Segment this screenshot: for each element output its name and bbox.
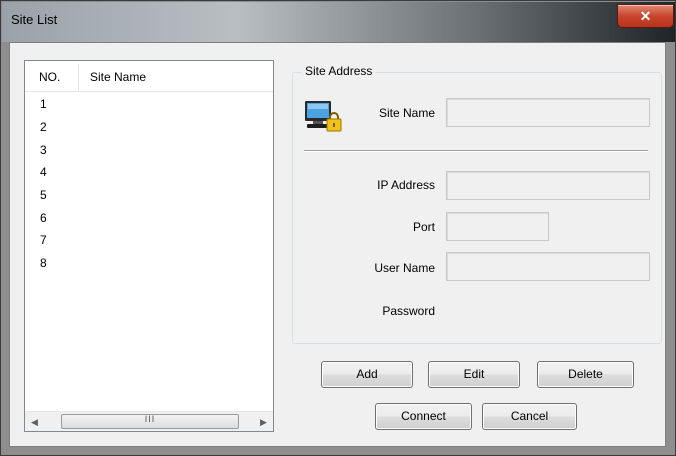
port-label: Port <box>412 220 435 234</box>
scroll-grip-icon: III <box>144 414 156 424</box>
close-icon: ✕ <box>639 8 652 24</box>
computer-lock-icon <box>303 98 343 134</box>
list-item[interactable]: 3 <box>40 143 47 157</box>
port-field[interactable] <box>446 212 549 241</box>
window-title: Site List <box>11 12 58 27</box>
password-label: Password <box>382 304 435 318</box>
edit-button[interactable]: Edit <box>428 361 520 388</box>
list-item[interactable]: 1 <box>40 97 47 111</box>
column-header-no[interactable]: NO. <box>39 70 60 84</box>
scroll-right-arrow-icon[interactable]: ▶ <box>260 417 267 428</box>
site-list[interactable]: NO. Site Name 1 2 3 4 5 6 7 8 ◀ III ▶ <box>24 60 274 432</box>
connect-button[interactable]: Connect <box>375 403 472 430</box>
column-header-site-name[interactable]: Site Name <box>90 70 146 84</box>
horizontal-scrollbar[interactable]: ◀ III ▶ <box>25 411 273 431</box>
user-name-field[interactable] <box>446 252 650 281</box>
site-name-field[interactable] <box>446 98 650 127</box>
title-bar[interactable]: Site List ✕ <box>2 2 675 42</box>
scroll-thumb[interactable]: III <box>61 414 239 429</box>
user-name-label: User Name <box>374 261 435 275</box>
add-button[interactable]: Add <box>321 361 413 388</box>
scroll-left-arrow-icon[interactable]: ◀ <box>31 417 38 428</box>
list-header: NO. Site Name <box>25 61 273 92</box>
cancel-button[interactable]: Cancel <box>482 403 577 430</box>
close-button[interactable]: ✕ <box>617 4 674 28</box>
divider <box>304 150 648 152</box>
list-item[interactable]: 7 <box>40 233 47 247</box>
group-title: Site Address <box>302 64 376 78</box>
ip-address-label: IP Address <box>377 178 435 192</box>
ip-address-field[interactable] <box>446 171 650 200</box>
column-divider[interactable] <box>78 64 79 90</box>
list-item[interactable]: 5 <box>40 188 47 202</box>
list-item[interactable]: 4 <box>40 165 47 179</box>
list-item[interactable]: 8 <box>40 256 47 270</box>
site-name-label: Site Name <box>378 106 435 120</box>
list-item[interactable]: 6 <box>40 211 47 225</box>
delete-button[interactable]: Delete <box>537 361 634 388</box>
list-item[interactable]: 2 <box>40 120 47 134</box>
